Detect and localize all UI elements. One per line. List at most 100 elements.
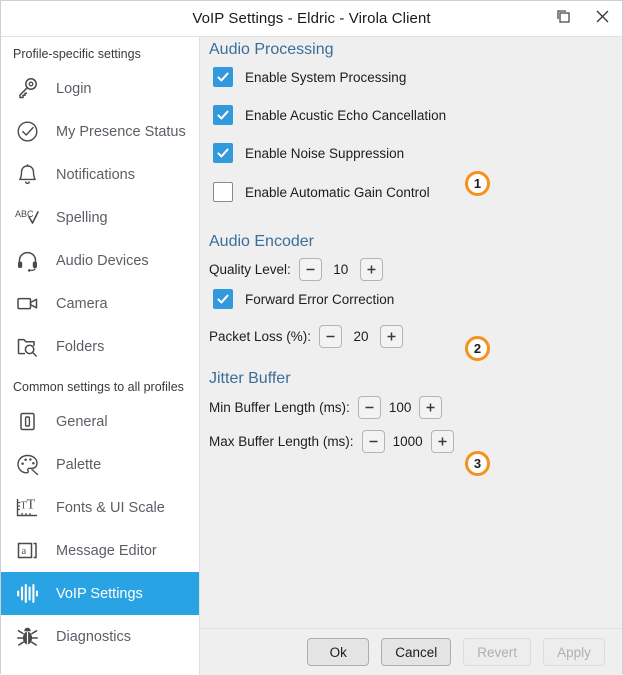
quality-level-label: Quality Level: xyxy=(209,262,291,277)
section-heading-audio-processing: Audio Processing xyxy=(209,41,334,58)
forward-error-correction-checkbox[interactable] xyxy=(213,289,233,309)
check-circle-icon xyxy=(12,116,43,147)
window-controls xyxy=(544,1,622,36)
headset-icon xyxy=(12,245,43,276)
palette-icon xyxy=(12,449,43,480)
max-buffer-length-label: Max Buffer Length (ms): xyxy=(209,434,354,449)
svg-text:ABC: ABC xyxy=(15,209,34,219)
sidebar-item-folders[interactable]: Folders xyxy=(1,325,199,368)
max-buffer-length-decrement-button[interactable] xyxy=(361,430,385,453)
sidebar-item-login[interactable]: Login xyxy=(1,67,199,110)
sidebar-item-camera[interactable]: Camera xyxy=(1,282,199,325)
sidebar-group-label-profile: Profile-specific settings xyxy=(13,47,141,61)
close-icon xyxy=(594,8,611,30)
min-buffer-length-value: 100 xyxy=(388,400,412,415)
checkbox-label: Enable System Processing xyxy=(245,69,407,85)
svg-text:T: T xyxy=(27,498,36,513)
sidebar-item-label: My Presence Status xyxy=(56,123,186,140)
bell-icon xyxy=(12,159,43,190)
sidebar-item-palette[interactable]: Palette xyxy=(1,443,199,486)
annotation-badge-3: 3 xyxy=(465,451,490,476)
settings-window: VoIP Settings - Eldric - Virola Client P… xyxy=(0,0,623,675)
video-camera-icon xyxy=(12,288,43,319)
quality-level-decrement-button[interactable] xyxy=(298,258,322,281)
sidebar-item-label: Palette xyxy=(56,456,102,473)
min-buffer-length-label: Min Buffer Length (ms): xyxy=(209,400,350,415)
cancel-button[interactable]: Cancel xyxy=(381,638,452,666)
sidebar-item-label: Spelling xyxy=(56,209,108,226)
window-body: Profile-specific settings Login My Prese… xyxy=(1,37,622,675)
packet-loss-label: Packet Loss (%): xyxy=(209,329,312,344)
checkbox-label: Enable Noise Suppression xyxy=(245,145,405,161)
packet-loss-decrement-button[interactable] xyxy=(319,325,343,348)
max-buffer-length-increment-button[interactable] xyxy=(430,430,454,453)
enable-system-processing-checkbox[interactable] xyxy=(213,67,233,87)
sidebar-item-label: Notifications xyxy=(56,166,135,183)
sidebar-item-my-presence-status[interactable]: My Presence Status xyxy=(1,110,199,153)
sidebar-item-general[interactable]: General xyxy=(1,400,199,443)
sidebar-item-label: General xyxy=(56,413,108,430)
checkbox-row-enable-automatic-gain-control[interactable]: Enable Automatic Gain Control xyxy=(213,182,430,202)
enable-noise-suppression-checkbox[interactable] xyxy=(213,143,233,163)
checkbox-row-enable-acoustic-echo-cancellation[interactable]: Enable Acustic Echo Cancellation xyxy=(213,105,446,125)
sidebar-item-label: Login xyxy=(56,80,92,97)
dialog-footer: Ok Cancel Revert Apply xyxy=(200,628,622,675)
checkbox-label: Forward Error Correction xyxy=(245,291,395,307)
sidebar-item-spelling[interactable]: ABC Spelling xyxy=(1,196,199,239)
restore-window-button[interactable] xyxy=(544,1,583,36)
svg-text:a: a xyxy=(21,545,26,557)
sidebar-group-label-common: Common settings to all profiles xyxy=(13,380,184,394)
enable-automatic-gain-control-checkbox[interactable] xyxy=(213,182,233,202)
annotation-badge-2: 2 xyxy=(465,336,490,361)
sidebar-item-message-editor[interactable]: a Message Editor xyxy=(1,529,199,572)
sidebar-item-label: Diagnostics xyxy=(56,628,131,645)
settings-sidebar: Profile-specific settings Login My Prese… xyxy=(1,37,200,675)
section-heading-audio-encoder: Audio Encoder xyxy=(209,233,314,250)
min-buffer-length-decrement-button[interactable] xyxy=(357,396,381,419)
sidebar-item-diagnostics[interactable]: Diagnostics xyxy=(1,615,199,658)
audio-waveform-icon xyxy=(12,578,43,609)
sidebar-item-label: Camera xyxy=(56,295,108,312)
sidebar-item-fonts-ui-scale[interactable]: T T Fonts & UI Scale xyxy=(1,486,199,529)
checkbox-row-forward-error-correction[interactable]: Forward Error Correction xyxy=(213,289,394,309)
key-icon xyxy=(12,73,43,104)
spellcheck-abc-icon: ABC xyxy=(12,202,43,233)
folder-search-icon xyxy=(12,331,43,362)
font-scale-icon: T T xyxy=(12,492,43,523)
voip-settings-panel: Audio Processing Enable System Processin… xyxy=(200,37,622,675)
window-title: VoIP Settings - Eldric - Virola Client xyxy=(192,10,431,27)
sidebar-item-label: VoIP Settings xyxy=(56,585,143,602)
sidebar-item-label: Message Editor xyxy=(56,542,157,559)
general-settings-icon xyxy=(12,406,43,437)
sidebar-item-label: Fonts & UI Scale xyxy=(56,499,165,516)
revert-button: Revert xyxy=(463,638,531,666)
quality-level-stepper: Quality Level: 10 xyxy=(209,258,383,281)
title-bar: VoIP Settings - Eldric - Virola Client xyxy=(1,1,622,37)
min-buffer-length-stepper: Min Buffer Length (ms): 100 xyxy=(209,396,443,419)
checkbox-row-enable-noise-suppression[interactable]: Enable Noise Suppression xyxy=(213,143,404,163)
sidebar-item-notifications[interactable]: Notifications xyxy=(1,153,199,196)
checkbox-label: Enable Automatic Gain Control xyxy=(245,184,430,200)
quality-level-increment-button[interactable] xyxy=(359,258,383,281)
sidebar-item-label: Audio Devices xyxy=(56,252,149,269)
checkbox-label: Enable Acustic Echo Cancellation xyxy=(245,107,447,123)
checkbox-row-enable-system-processing[interactable]: Enable System Processing xyxy=(213,67,406,87)
ok-button[interactable]: Ok xyxy=(307,638,370,666)
sidebar-item-voip-settings[interactable]: VoIP Settings xyxy=(1,572,199,615)
section-heading-jitter-buffer: Jitter Buffer xyxy=(209,370,291,387)
sidebar-item-audio-devices[interactable]: Audio Devices xyxy=(1,239,199,282)
annotation-badge-1: 1 xyxy=(465,171,490,196)
enable-acoustic-echo-cancellation-checkbox[interactable] xyxy=(213,105,233,125)
packet-loss-value: 20 xyxy=(353,329,369,344)
restore-window-icon xyxy=(555,8,572,30)
packet-loss-increment-button[interactable] xyxy=(380,325,404,348)
min-buffer-length-increment-button[interactable] xyxy=(419,396,443,419)
close-window-button[interactable] xyxy=(583,1,622,36)
max-buffer-length-value: 1000 xyxy=(392,434,423,449)
quality-level-value: 10 xyxy=(333,262,349,277)
sidebar-item-label: Folders xyxy=(56,338,105,355)
message-editor-icon: a xyxy=(12,535,43,566)
packet-loss-stepper: Packet Loss (%): 20 xyxy=(209,325,404,348)
max-buffer-length-stepper: Max Buffer Length (ms): 1000 xyxy=(209,430,454,453)
apply-button: Apply xyxy=(543,638,605,666)
